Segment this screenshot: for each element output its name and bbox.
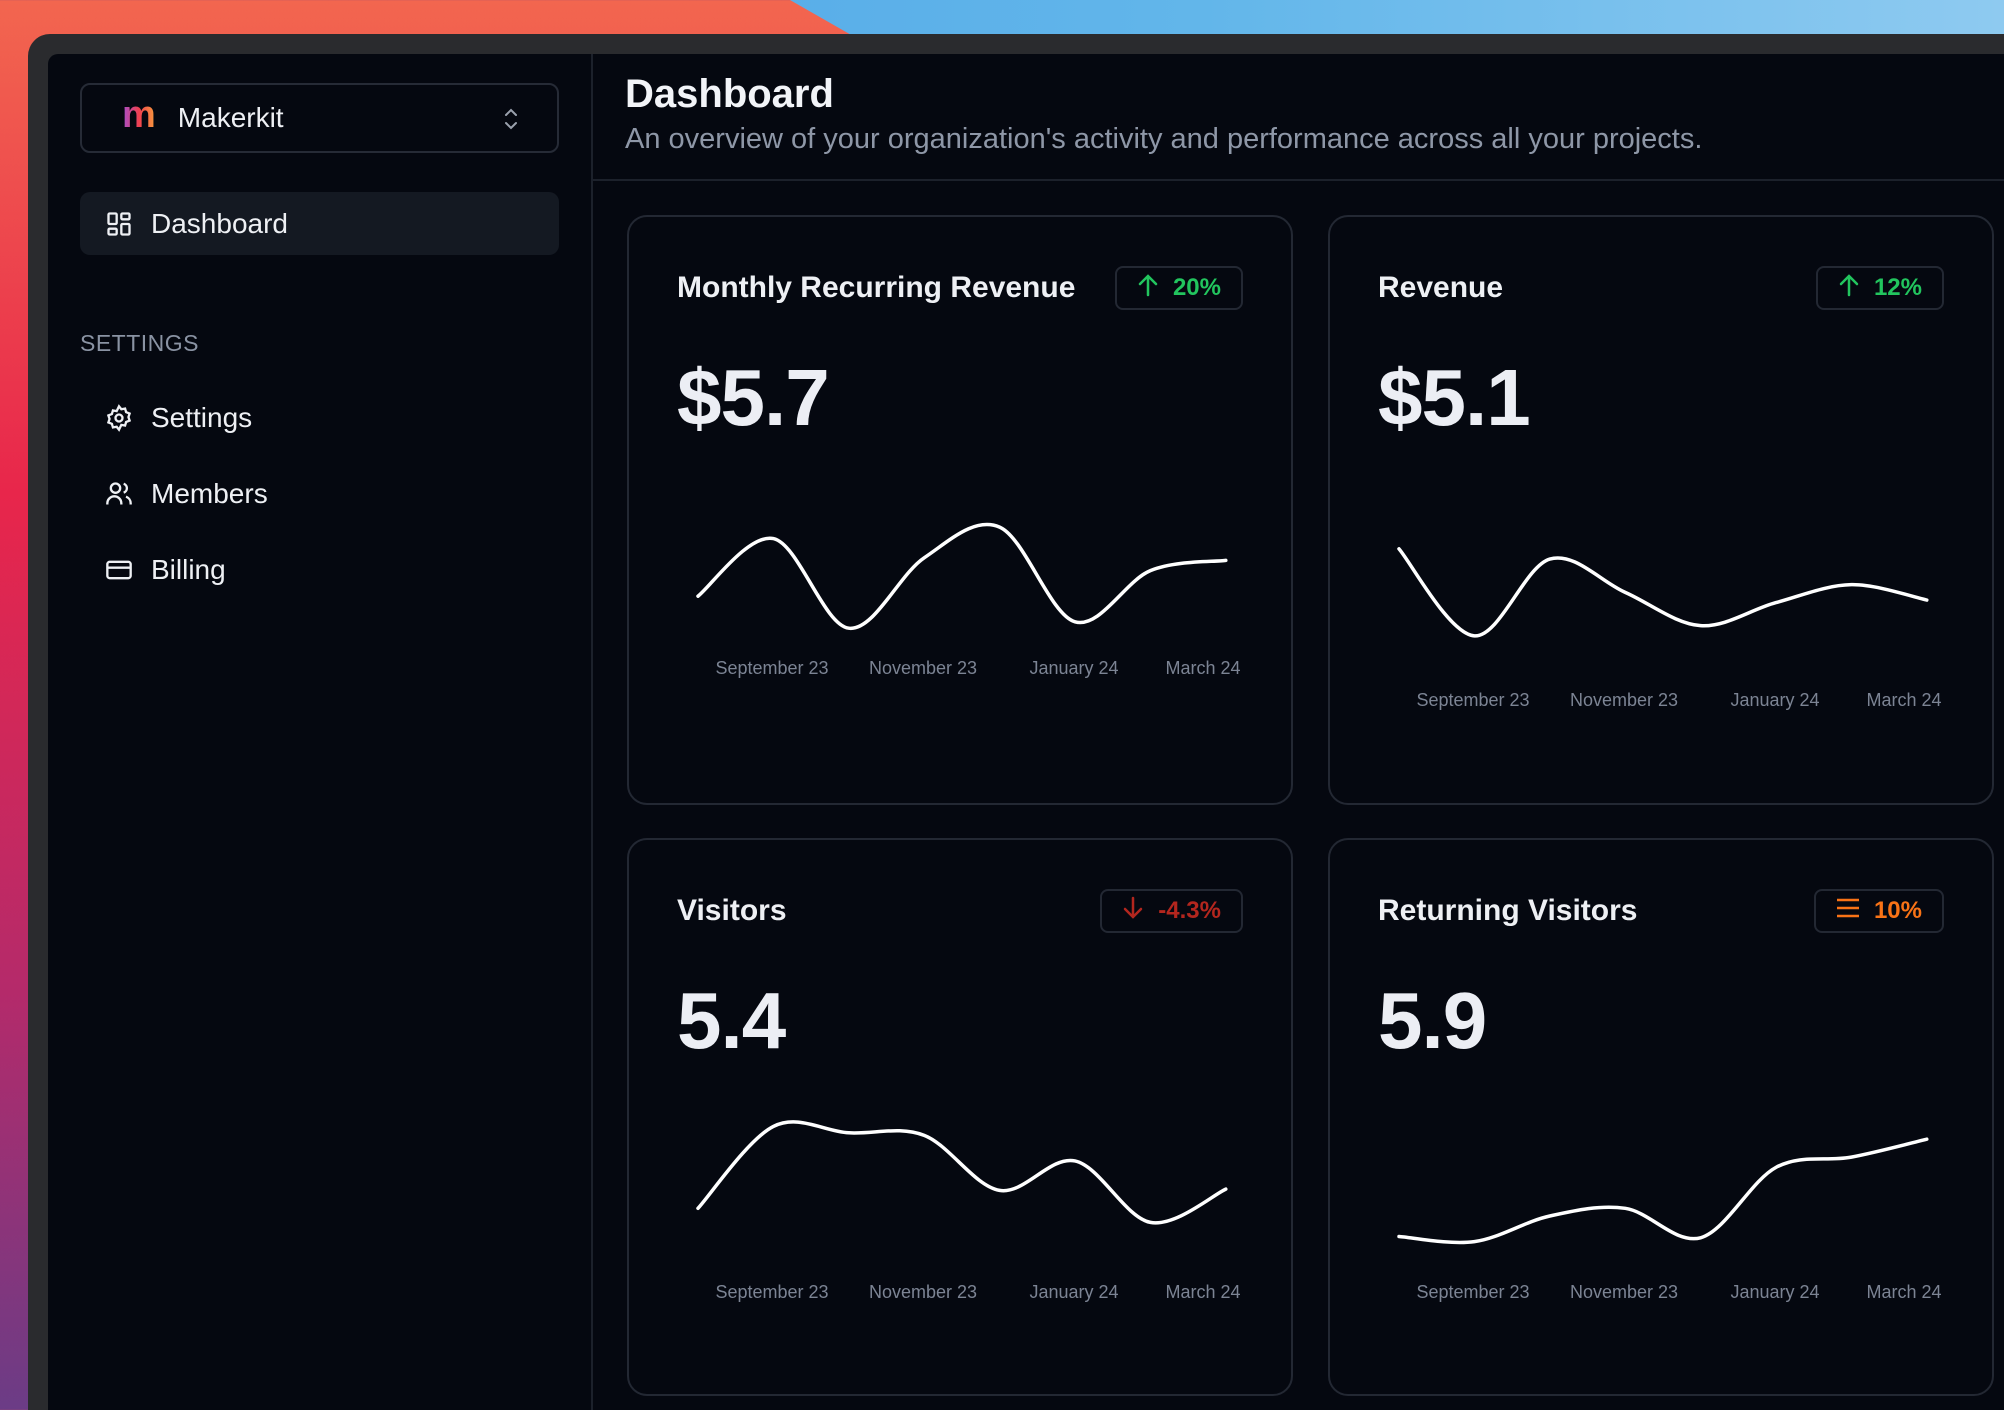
page-title: Dashboard <box>625 72 834 116</box>
x-tick-label: March 24 <box>1866 1282 1942 1302</box>
x-tick-label: March 24 <box>1866 690 1942 710</box>
sidebar-item-label: Dashboard <box>151 207 288 239</box>
x-tick-label: September 23 <box>1416 690 1530 710</box>
card-title: Returning Visitors <box>1378 894 1638 927</box>
metric-value: $5.1 <box>1378 353 1531 442</box>
trend-value: 10% <box>1873 897 1922 924</box>
sidebar-item-dashboard[interactable]: Dashboard <box>80 192 559 255</box>
x-tick-label: November 23 <box>1569 1282 1679 1302</box>
x-tick-label: January 24 <box>1029 1282 1119 1302</box>
trend-badge: 12% <box>1815 266 1944 310</box>
x-tick-label: September 23 <box>715 658 829 678</box>
card-title: Visitors <box>677 894 787 927</box>
metric-value: 5.9 <box>1378 976 1487 1065</box>
sparkline-chart <box>1397 547 1929 638</box>
trend-badge: 20% <box>1114 266 1243 310</box>
sidebar-item-label: Billing <box>151 553 226 585</box>
makerkit-logo: m <box>122 94 156 136</box>
metric-card: Monthly Recurring Revenue 20% $5.7 Septe… <box>627 215 1293 805</box>
x-tick-label: March 24 <box>1165 658 1241 678</box>
page-header: Dashboard An overview of your organizati… <box>593 54 2004 181</box>
page-subtitle: An overview of your organization's activ… <box>625 123 1703 155</box>
chevron-up-down-icon <box>505 108 517 130</box>
sidebar-item-billing[interactable]: Billing <box>80 538 559 601</box>
arrow-down-icon <box>1122 896 1144 927</box>
metric-card: Visitors -4.3% 5.4 September 23 November … <box>627 838 1293 1396</box>
series-line <box>1397 1137 1929 1245</box>
dashboard-icon <box>107 211 131 236</box>
settings-section-label: SETTINGS <box>80 330 200 356</box>
x-tick-label: September 23 <box>715 1282 829 1302</box>
arrow-up-icon <box>1137 273 1159 304</box>
trend-value: -4.3% <box>1158 897 1221 924</box>
menu-lines-icon <box>1836 897 1860 926</box>
sparkline-chart <box>696 522 1228 630</box>
trend-value: 12% <box>1873 274 1922 301</box>
organization-name: Makerkit <box>177 102 284 133</box>
credit-card-icon <box>106 560 132 579</box>
metric-card: Returning Visitors 10% 5.9 September 23 N… <box>1328 838 1994 1396</box>
sidebar-item-label: Settings <box>151 401 253 433</box>
x-tick-label: January 24 <box>1029 658 1119 678</box>
x-tick-label: March 24 <box>1165 1282 1241 1302</box>
organization-selector[interactable]: m Makerkit <box>80 83 559 153</box>
card-title: Revenue <box>1378 271 1504 304</box>
x-tick-label: November 23 <box>868 658 978 678</box>
sidebar-item-settings[interactable]: Settings <box>80 386 559 449</box>
x-tick-label: January 24 <box>1730 1282 1820 1302</box>
sidebar-item-members[interactable]: Members <box>80 462 559 525</box>
x-tick-label: November 23 <box>868 1282 978 1302</box>
trend-value: 20% <box>1172 274 1221 301</box>
card-title: Monthly Recurring Revenue <box>677 271 1076 304</box>
x-tick-label: January 24 <box>1730 690 1820 710</box>
users-icon <box>106 481 132 504</box>
x-tick-label: November 23 <box>1569 690 1679 710</box>
trend-badge: -4.3% <box>1100 889 1243 933</box>
metric-value: 5.4 <box>677 976 786 1065</box>
metric-card: Revenue 12% $5.1 September 23 November 23… <box>1328 215 1994 805</box>
trend-badge: 10% <box>1813 889 1944 933</box>
series-line <box>1397 547 1929 638</box>
x-tick-label: September 23 <box>1416 1282 1530 1302</box>
sparkline-chart <box>1397 1137 1929 1245</box>
sidebar-item-label: Members <box>151 477 268 509</box>
metric-value: $5.7 <box>677 353 830 442</box>
arrow-up-icon <box>1838 273 1860 304</box>
series-line <box>696 1120 1228 1225</box>
gear-icon <box>106 403 132 432</box>
series-line <box>696 522 1228 630</box>
sparkline-chart <box>696 1120 1228 1225</box>
sidebar: m Makerkit Dashboard SETTINGS Settings M… <box>48 54 593 1410</box>
